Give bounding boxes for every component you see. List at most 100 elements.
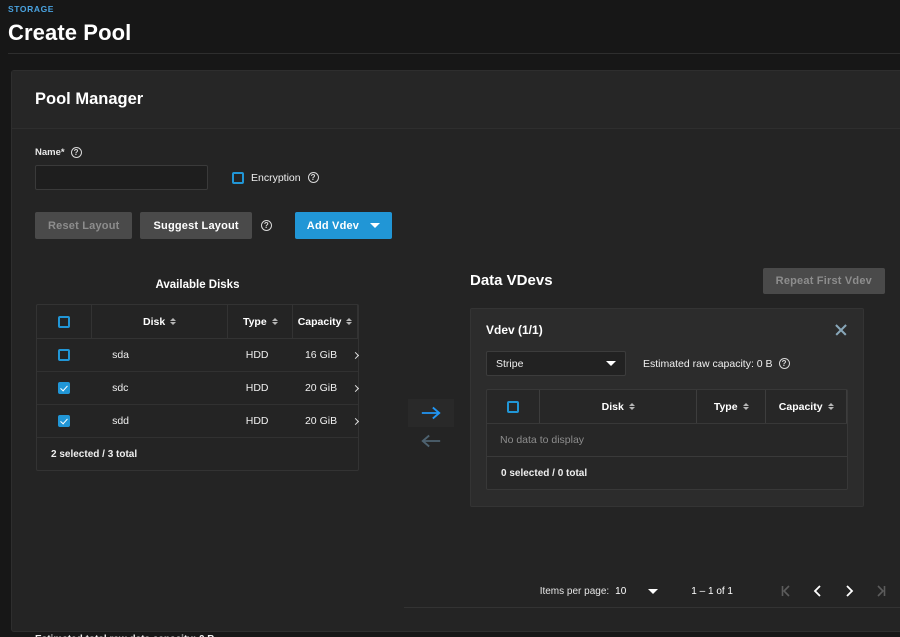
add-vdev-button[interactable]: Add Vdev bbox=[294, 212, 393, 239]
table-row[interactable]: sdd HDD 20 GiB bbox=[37, 405, 360, 438]
estimated-raw-capacity-text: Estimated raw capacity: 0 B bbox=[643, 357, 773, 370]
name-help-icon[interactable]: ? bbox=[70, 147, 82, 158]
row-checkbox[interactable] bbox=[57, 415, 70, 427]
cell-type: HDD bbox=[245, 349, 269, 361]
select-all-disks-checkbox[interactable] bbox=[57, 315, 70, 328]
chevron-down-icon bbox=[370, 223, 381, 228]
vdev-column-header-type[interactable]: Type bbox=[695, 390, 765, 423]
close-icon[interactable] bbox=[834, 323, 848, 337]
column-header-disk-label: Disk bbox=[143, 315, 166, 328]
page-range-label: 1 – 1 of 1 bbox=[691, 585, 733, 597]
column-header-actions bbox=[357, 305, 358, 338]
move-to-vdev-button[interactable] bbox=[408, 399, 454, 427]
first-page-button[interactable] bbox=[777, 581, 797, 601]
create-pool-page: STORAGE Create Pool Pool Manager Name* ?… bbox=[0, 0, 900, 637]
cell-capacity: 20 GiB bbox=[304, 415, 338, 427]
vdev-select-all-cell bbox=[487, 390, 539, 423]
vdev-panel-header: Vdev (1/1) bbox=[486, 323, 848, 337]
name-row: Encryption ? bbox=[35, 165, 900, 190]
name-field-label: Name* ? bbox=[35, 147, 900, 158]
pool-name-input[interactable] bbox=[35, 165, 208, 190]
vdev-layout-value: Stripe bbox=[496, 357, 524, 370]
paginator: Items per page: 10 1 – 1 of 1 bbox=[470, 581, 890, 601]
row-select-cell bbox=[37, 405, 90, 437]
next-page-button[interactable] bbox=[839, 581, 859, 601]
cell-disk: sdc bbox=[112, 382, 129, 394]
cell-type: HDD bbox=[245, 382, 269, 394]
last-page-button[interactable] bbox=[870, 581, 890, 601]
card-header: Pool Manager bbox=[12, 71, 900, 129]
chevron-right-icon[interactable] bbox=[351, 384, 360, 392]
sort-icon[interactable] bbox=[170, 317, 177, 326]
vdev-column-header-capacity-label: Capacity bbox=[778, 400, 823, 413]
row-expand-cell[interactable] bbox=[351, 372, 360, 404]
row-select-cell bbox=[37, 372, 90, 404]
sort-icon[interactable] bbox=[271, 317, 278, 326]
sort-icon[interactable] bbox=[346, 317, 353, 326]
available-disks-footer: 2 selected / 3 total bbox=[51, 448, 138, 460]
table-row[interactable]: sda HDD 16 GiB bbox=[37, 339, 360, 372]
pool-form: Name* ? Encryption ? Reset Layout Sugges… bbox=[12, 129, 900, 239]
encryption-toggle[interactable]: Encryption ? bbox=[232, 171, 319, 184]
cell-capacity: 16 GiB bbox=[304, 349, 338, 361]
sort-icon[interactable] bbox=[742, 402, 749, 411]
column-header-disk[interactable]: Disk bbox=[90, 305, 228, 338]
previous-page-button[interactable] bbox=[808, 581, 828, 601]
vdev-column-header-actions bbox=[846, 390, 847, 423]
sort-icon[interactable] bbox=[827, 402, 834, 411]
vdev-name: Vdev (1/1) bbox=[486, 323, 543, 337]
items-per-page-select[interactable]: 10 bbox=[615, 586, 659, 597]
vdev-select-all-checkbox[interactable] bbox=[507, 400, 520, 413]
encryption-label: Encryption bbox=[251, 171, 301, 184]
suggest-layout-button[interactable]: Suggest Layout bbox=[140, 212, 252, 239]
sort-icon[interactable] bbox=[628, 402, 635, 411]
reset-layout-button[interactable]: Reset Layout bbox=[35, 212, 133, 239]
row-expand-cell[interactable] bbox=[351, 339, 360, 371]
vdev-column-header-type-label: Type bbox=[713, 400, 738, 413]
vdev-column-header-capacity[interactable]: Capacity bbox=[765, 390, 846, 423]
vdev-column-header-disk-label: Disk bbox=[601, 400, 624, 413]
available-disks-section: Available Disks Disk Type Capacity sda H… bbox=[36, 279, 360, 471]
chevron-right-icon[interactable] bbox=[351, 351, 360, 359]
chevron-right-icon bbox=[846, 585, 854, 597]
row-checkbox[interactable] bbox=[57, 382, 70, 394]
last-page-icon bbox=[877, 585, 886, 597]
row-checkbox[interactable] bbox=[57, 349, 70, 361]
estimated-raw-capacity: Estimated raw capacity: 0 B ? bbox=[643, 358, 790, 370]
table-row[interactable]: sdc HDD 20 GiB bbox=[37, 372, 360, 405]
select-all-disks-cell bbox=[37, 305, 91, 338]
repeat-first-vdev-button[interactable]: Repeat First Vdev bbox=[762, 267, 885, 294]
cell-type: HDD bbox=[245, 415, 269, 427]
move-from-vdev-button[interactable] bbox=[408, 427, 454, 455]
vdev-layout-select[interactable]: Stripe bbox=[486, 351, 626, 376]
vdev-panel: Vdev (1/1) Stripe Estimated raw capacity… bbox=[470, 308, 864, 507]
pool-manager-card: Pool Manager Name* ? Encryption ? Reset … bbox=[11, 70, 900, 637]
raw-capacity-help-icon[interactable]: ? bbox=[778, 358, 790, 369]
row-select-cell bbox=[37, 339, 90, 371]
vdev-header-row: Disk Type Capacity bbox=[487, 390, 847, 424]
available-disks-header-row: Disk Type Capacity bbox=[37, 305, 358, 339]
encryption-checkbox[interactable] bbox=[232, 171, 244, 184]
vdev-table-footer: 0 selected / 0 total bbox=[501, 467, 588, 479]
layout-help-icon[interactable]: ? bbox=[260, 220, 272, 231]
vdev-column-header-disk[interactable]: Disk bbox=[539, 390, 696, 423]
row-expand-cell[interactable] bbox=[351, 405, 360, 437]
cell-disk: sda bbox=[112, 349, 130, 361]
column-header-type[interactable]: Type bbox=[227, 305, 292, 338]
breadcrumb[interactable]: STORAGE bbox=[8, 4, 900, 14]
data-vdevs-header: Data VDevs Repeat First Vdev bbox=[470, 267, 900, 294]
vdev-empty-message: No data to display bbox=[487, 424, 847, 457]
page-header: STORAGE Create Pool bbox=[0, 0, 900, 54]
cell-disk: sdd bbox=[112, 415, 130, 427]
layout-toolbar: Reset Layout Suggest Layout ? Add Vdev bbox=[35, 212, 900, 239]
chevron-right-icon[interactable] bbox=[351, 417, 360, 425]
footer-divider bbox=[404, 607, 900, 608]
add-vdev-label: Add Vdev bbox=[306, 219, 360, 232]
pagination-buttons bbox=[777, 581, 890, 601]
chevron-down-icon bbox=[648, 588, 659, 594]
column-header-capacity[interactable]: Capacity bbox=[292, 305, 357, 338]
arrow-right-icon bbox=[421, 406, 441, 420]
available-disks-title: Available Disks bbox=[155, 279, 240, 291]
header-divider bbox=[8, 53, 900, 54]
encryption-help-icon[interactable]: ? bbox=[307, 172, 319, 183]
